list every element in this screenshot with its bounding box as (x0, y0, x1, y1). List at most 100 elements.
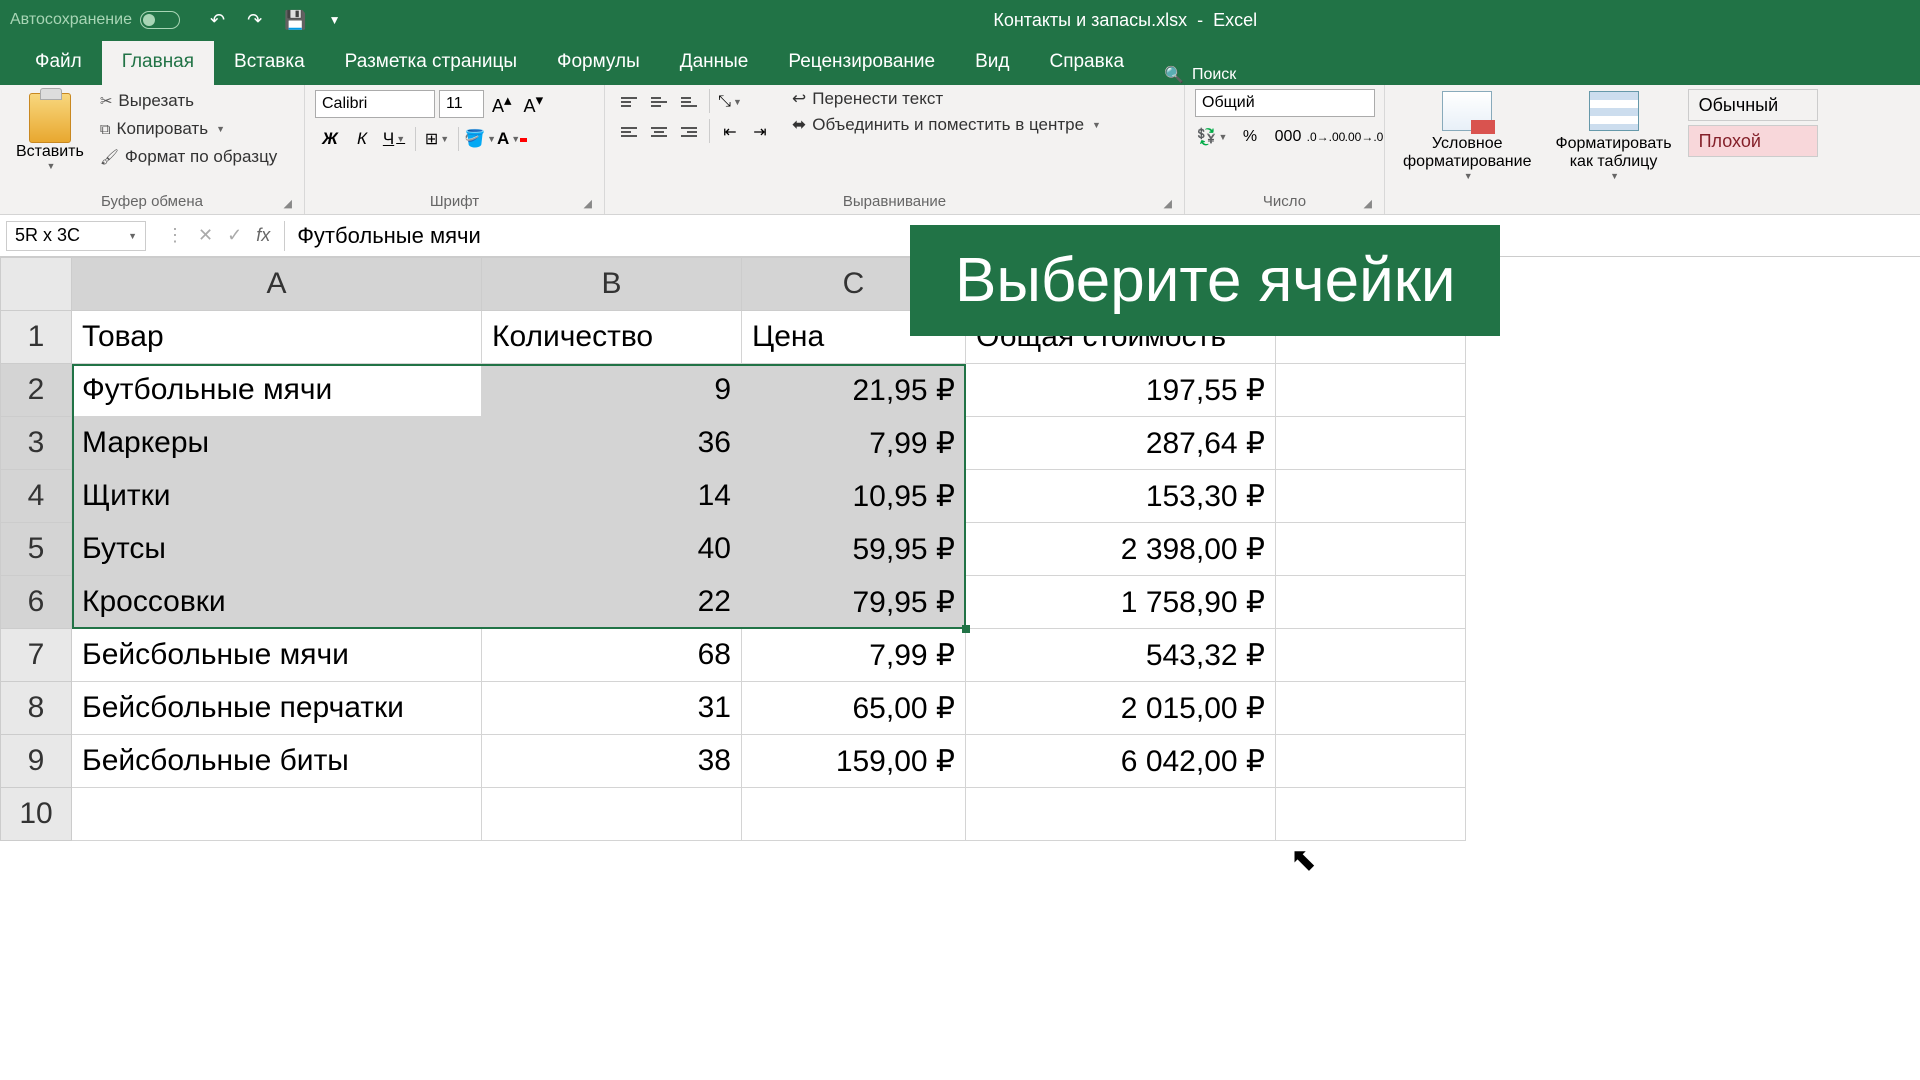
paste-button[interactable]: Вставить ▼ (10, 89, 90, 175)
cell-b2[interactable]: 9 (482, 364, 742, 417)
comma-button[interactable]: 000 (1271, 123, 1305, 151)
cell-e8[interactable] (1276, 682, 1466, 735)
tab-layout[interactable]: Разметка страницы (325, 41, 537, 85)
cell-e3[interactable] (1276, 417, 1466, 470)
cell-style-bad[interactable]: Плохой (1688, 125, 1818, 157)
cell-c2[interactable]: 21,95 ₽ (742, 364, 966, 417)
cell-c10[interactable] (742, 788, 966, 841)
format-as-table-button[interactable]: Форматироватькак таблицу▼ (1547, 89, 1679, 183)
font-color-button[interactable]: A▼ (497, 125, 527, 153)
tab-data[interactable]: Данные (660, 41, 769, 85)
decrease-decimal-button[interactable]: .00→.0 (1347, 123, 1381, 151)
percent-button[interactable]: % (1233, 123, 1267, 151)
launcher-icon[interactable]: ◢ (284, 197, 292, 210)
italic-button[interactable]: К (347, 125, 377, 153)
cell-e2[interactable] (1276, 364, 1466, 417)
row-header-1[interactable]: 1 (0, 311, 72, 364)
increase-decimal-button[interactable]: .0→.00 (1309, 123, 1343, 151)
orientation-button[interactable]: ⤡▼ (716, 89, 744, 115)
cell-d9[interactable]: 6 042,00 ₽ (966, 735, 1276, 788)
cell-e6[interactable] (1276, 576, 1466, 629)
tab-formulas[interactable]: Формулы (537, 41, 660, 85)
decrease-indent-button[interactable]: ⇤ (716, 119, 744, 145)
cell-d8[interactable]: 2 015,00 ₽ (966, 682, 1276, 735)
align-right-button[interactable] (675, 119, 703, 145)
row-header-9[interactable]: 9 (0, 735, 72, 788)
cell-b5[interactable]: 40 (482, 523, 742, 576)
row-header-10[interactable]: 10 (0, 788, 72, 841)
launcher-icon[interactable]: ◢ (584, 197, 592, 210)
selection-handle[interactable] (962, 625, 970, 633)
cancel-icon[interactable]: ✕ (198, 225, 213, 246)
align-top-button[interactable] (615, 89, 643, 115)
launcher-icon[interactable]: ◢ (1164, 197, 1172, 210)
tab-home[interactable]: Главная (102, 41, 214, 85)
cell-a8[interactable]: Бейсбольные перчатки (72, 682, 482, 735)
font-size-select[interactable] (439, 90, 484, 118)
cell-c3[interactable]: 7,99 ₽ (742, 417, 966, 470)
row-header-7[interactable]: 7 (0, 629, 72, 682)
align-middle-button[interactable] (645, 89, 673, 115)
cell-a10[interactable] (72, 788, 482, 841)
cell-style-normal[interactable]: Обычный (1688, 89, 1818, 121)
cell-b10[interactable] (482, 788, 742, 841)
cell-d3[interactable]: 287,64 ₽ (966, 417, 1276, 470)
cell-b1[interactable]: Количество (482, 311, 742, 364)
cell-a3[interactable]: Маркеры (72, 417, 482, 470)
cell-a6[interactable]: Кроссовки (72, 576, 482, 629)
cell-e5[interactable] (1276, 523, 1466, 576)
row-header-3[interactable]: 3 (0, 417, 72, 470)
row-header-6[interactable]: 6 (0, 576, 72, 629)
tab-view[interactable]: Вид (955, 41, 1029, 85)
cell-b8[interactable]: 31 (482, 682, 742, 735)
cell-e10[interactable] (1276, 788, 1466, 841)
qat-customize-icon[interactable]: ▼ (329, 13, 341, 27)
cell-a9[interactable]: Бейсбольные биты (72, 735, 482, 788)
cell-e7[interactable] (1276, 629, 1466, 682)
cell-a1[interactable]: Товар (72, 311, 482, 364)
launcher-icon[interactable]: ◢ (1364, 197, 1372, 210)
format-painter-button[interactable]: 🖌Формат по образцу (98, 145, 279, 169)
autosave-toggle[interactable] (140, 11, 180, 29)
select-all-corner[interactable] (0, 257, 72, 311)
bold-button[interactable]: Ж (315, 125, 345, 153)
tab-file[interactable]: Файл (15, 41, 102, 85)
shrink-font-icon[interactable]: A▾ (520, 89, 548, 119)
tab-insert[interactable]: Вставка (214, 41, 325, 85)
cell-b6[interactable]: 22 (482, 576, 742, 629)
cell-d5[interactable]: 2 398,00 ₽ (966, 523, 1276, 576)
tab-review[interactable]: Рецензирование (768, 41, 955, 85)
cell-d10[interactable] (966, 788, 1276, 841)
cell-a4[interactable]: Щитки (72, 470, 482, 523)
cell-c7[interactable]: 7,99 ₽ (742, 629, 966, 682)
borders-button[interactable]: ⊞▼ (422, 125, 452, 153)
cell-b9[interactable]: 38 (482, 735, 742, 788)
cell-c8[interactable]: 65,00 ₽ (742, 682, 966, 735)
fill-color-button[interactable]: 🪣▼ (465, 125, 495, 153)
cell-c6[interactable]: 79,95 ₽ (742, 576, 966, 629)
font-name-select[interactable] (315, 90, 435, 118)
cell-c4[interactable]: 10,95 ₽ (742, 470, 966, 523)
row-header-8[interactable]: 8 (0, 682, 72, 735)
underline-button[interactable]: Ч▼ (379, 125, 409, 153)
dropdown-icon[interactable]: ⋮ (166, 225, 184, 246)
grow-font-icon[interactable]: A▴ (488, 89, 516, 119)
cell-d7[interactable]: 543,32 ₽ (966, 629, 1276, 682)
cell-e4[interactable] (1276, 470, 1466, 523)
cell-d4[interactable]: 153,30 ₽ (966, 470, 1276, 523)
merge-center-button[interactable]: ⬌Объединить и поместить в центре▼ (792, 115, 1101, 135)
cell-a7[interactable]: Бейсбольные мячи (72, 629, 482, 682)
cell-b7[interactable]: 68 (482, 629, 742, 682)
search-label[interactable]: Поиск (1192, 66, 1236, 84)
number-format-select[interactable] (1195, 89, 1375, 117)
cell-d6[interactable]: 1 758,90 ₽ (966, 576, 1276, 629)
conditional-format-button[interactable]: Условноеформатирование▼ (1395, 89, 1539, 183)
col-header-a[interactable]: A (72, 257, 482, 311)
cell-a2[interactable]: Футбольные мячи (72, 364, 482, 417)
cell-a5[interactable]: Бутсы (72, 523, 482, 576)
redo-icon[interactable]: ↷ (247, 10, 262, 31)
copy-button[interactable]: ⧉Копировать▼ (98, 117, 279, 141)
increase-indent-button[interactable]: ⇥ (746, 119, 774, 145)
accounting-format-button[interactable]: 💱▼ (1195, 123, 1229, 151)
row-header-2[interactable]: 2 (0, 364, 72, 417)
